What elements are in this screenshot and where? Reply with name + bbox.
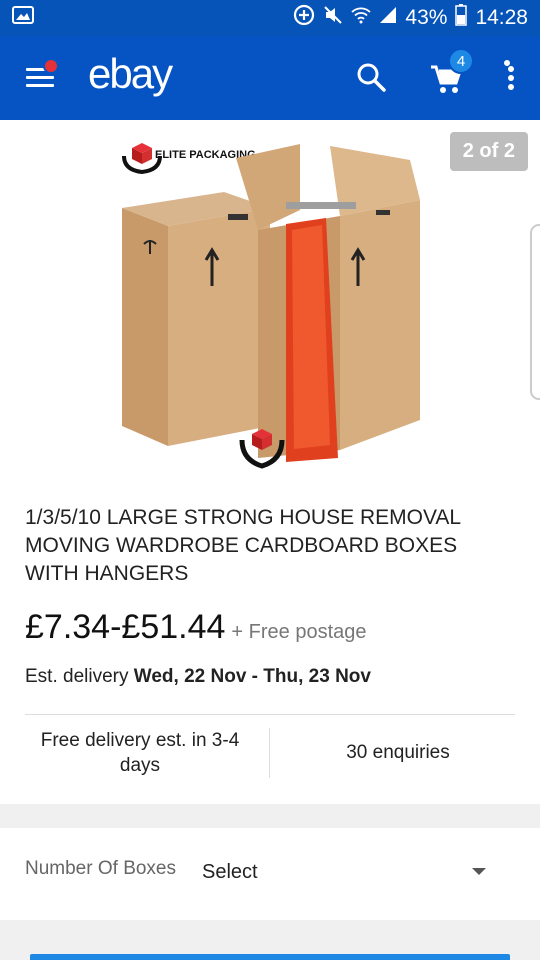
more-icon [504, 60, 514, 90]
search-icon [357, 63, 386, 92]
dropdown-caret-icon [472, 868, 486, 875]
gallery-icon [12, 6, 34, 30]
estimated-delivery: Est. delivery Wed, 22 Nov - Thu, 23 Nov [25, 666, 371, 688]
postage: + Free postage [231, 621, 367, 643]
variation-value: Select [202, 861, 258, 883]
cart-count-badge: 4 [448, 48, 474, 74]
product-card: ELITE PACKAGING 2 of 2 1/3/5/10 LARGE ST… [0, 120, 540, 804]
mute-icon [323, 5, 343, 31]
product-image-carousel[interactable]: ELITE PACKAGING 2 of 2 [0, 120, 540, 478]
ebay-logo[interactable]: ebay [88, 50, 173, 98]
app-bar: ebay 4 [0, 36, 540, 120]
divider [25, 714, 515, 715]
data-saver-icon [293, 4, 315, 32]
number-of-boxes-select[interactable]: Number Of Boxes Select [0, 828, 540, 920]
price-row: £7.34-£51.44 + Free postage [25, 608, 367, 647]
product-image: ELITE PACKAGING [122, 143, 420, 469]
enquiries-count: 30 enquiries [346, 742, 450, 763]
search-button[interactable] [354, 60, 390, 96]
wifi-icon [351, 6, 372, 30]
product-title: 1/3/5/10 LARGE STRONG HOUSE REMOVAL MOVI… [25, 506, 461, 585]
image-counter: 2 of 2 [449, 132, 528, 171]
variation-label: Number Of Boxes [25, 858, 176, 879]
notification-dot [43, 58, 59, 74]
menu-button[interactable] [26, 58, 60, 92]
more-options-button[interactable] [500, 60, 514, 96]
elite-packaging-logo: ELITE PACKAGING [122, 143, 256, 175]
free-delivery-info: Free delivery est. in 3-4 days [40, 730, 240, 776]
next-card-peek[interactable] [530, 224, 540, 400]
clock: 14:28 [475, 6, 528, 29]
battery-percent: 43% [405, 6, 448, 29]
buy-button[interactable] [30, 954, 510, 960]
status-bar: 43% 14:28 [0, 0, 540, 36]
delivery-dates: Wed, 22 Nov - Thu, 23 Nov [133, 666, 371, 687]
delivery-label: Est. delivery [25, 666, 129, 687]
battery-icon [455, 4, 468, 32]
signal-icon [379, 6, 397, 30]
price: £7.34-£51.44 [25, 608, 226, 646]
